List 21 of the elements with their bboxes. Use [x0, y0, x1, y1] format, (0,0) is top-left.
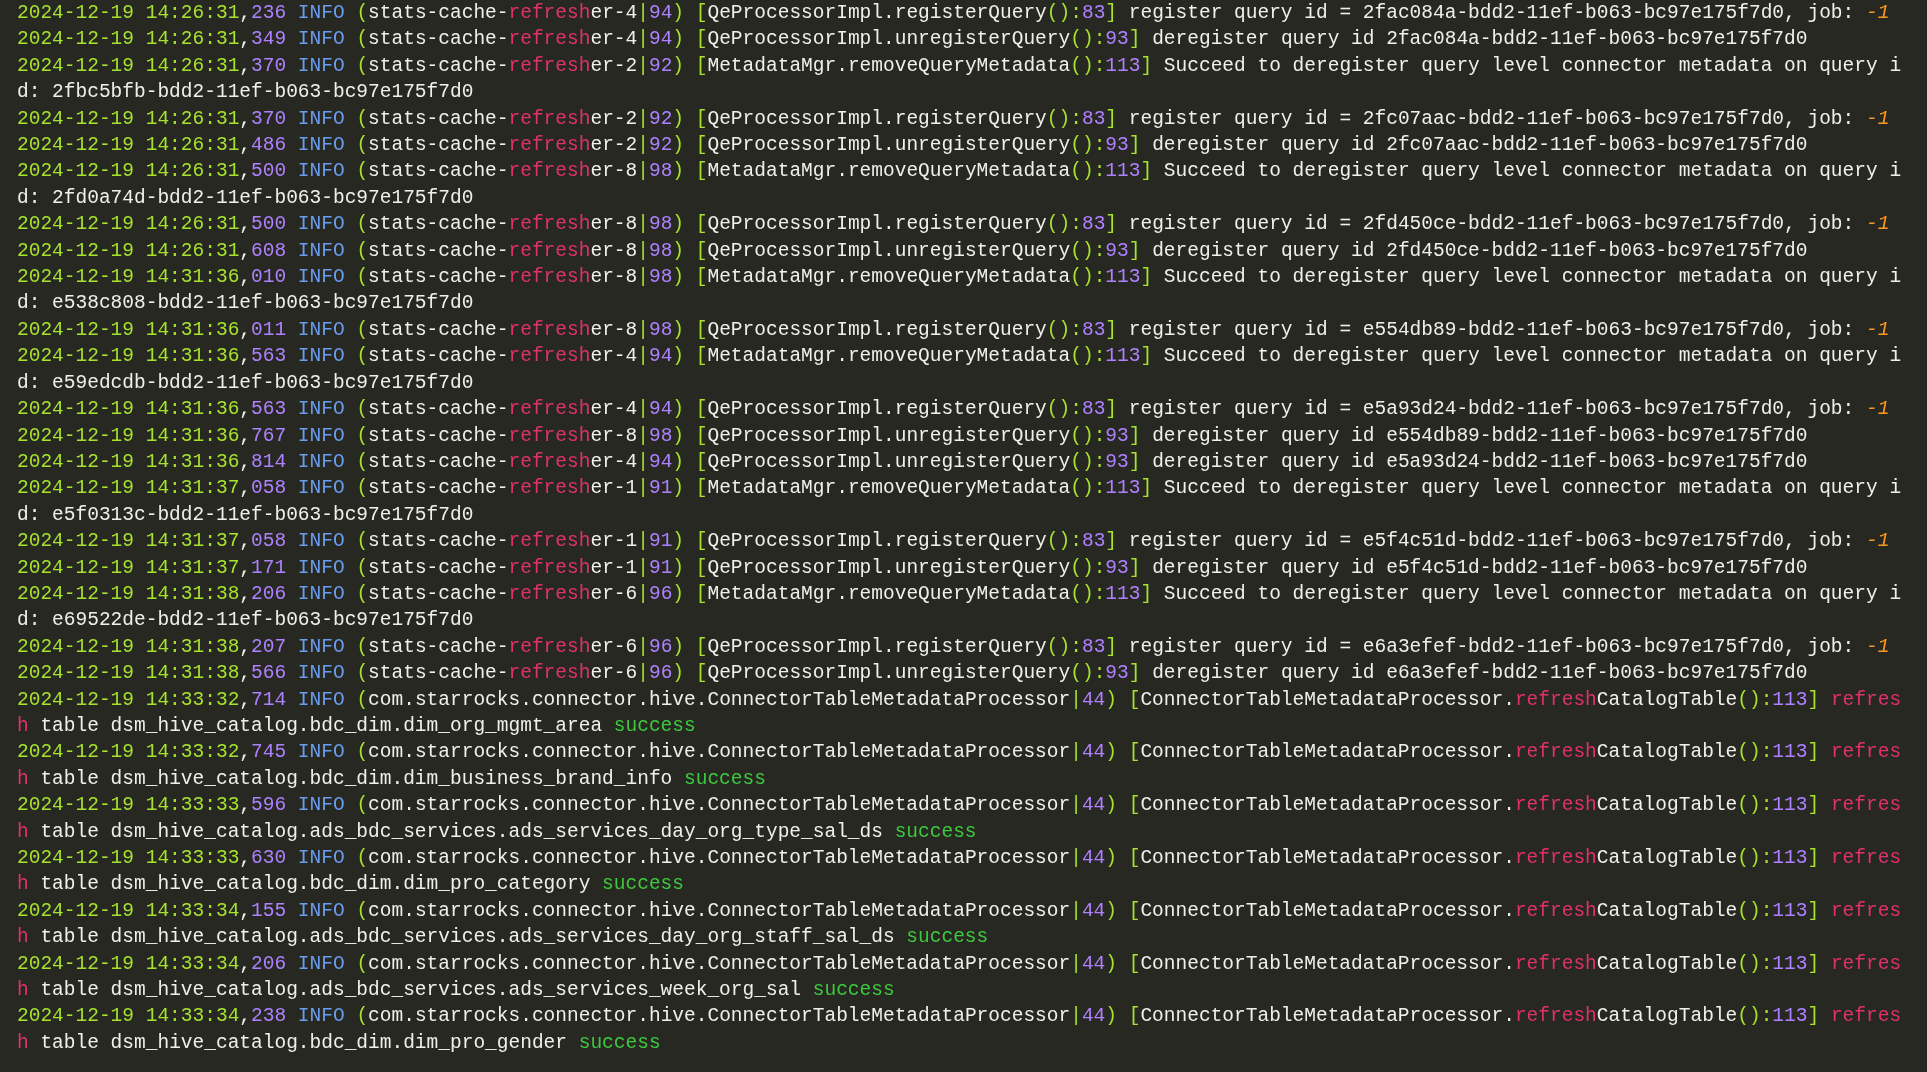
- log-line: 2024-12-19 14:33:34,206 INFO (com.starrocks.connector.hive.ConnectorTableMetadataProcessor|44) [ConnectorTableMetadataProcessor.refreshCatalogTable():113] refresh table dsm_hive_catalog.ads_bdc_services.ads_services_week_org_sal success: [17, 951, 1903, 1004]
- log-line: 2024-12-19 14:33:33,630 INFO (com.starrocks.connector.hive.ConnectorTableMetadataProcessor|44) [ConnectorTableMetadataProcessor.refreshCatalogTable():113] refresh table dsm_hive_catalog.bdc_dim.dim_pro_category success: [17, 846, 1903, 898]
- log-line: 2024-12-19 14:33:34,155 INFO (com.starrocks.connector.hive.ConnectorTableMetadataProcessor|44) [ConnectorTableMetadataProcessor.refreshCatalogTable():113] refresh table dsm_hive_catalog.ads_bdc_services.ads_services_day_org_staff_sal_ds success: [17, 898, 1903, 951]
- log-line: 2024-12-19 14:33:32,714 INFO (com.starrocks.connector.hive.ConnectorTableMetadataProcessor|44) [ConnectorTableMetadataProcessor.refreshCatalogTable():113] refresh table dsm_hive_catalog.bdc_dim.dim_org_mgmt_area success: [17, 687, 1903, 739]
- log-line: 2024-12-19 14:33:32,745 INFO (com.starrocks.connector.hive.ConnectorTableMetadataProcessor|44) [ConnectorTableMetadataProcessor.refreshCatalogTable():113] refresh table dsm_hive_catalog.bdc_dim.dim_business_brand_info success: [17, 740, 1903, 792]
- log-line: 2024-12-19 14:26:31,486 INFO (stats-cache-refresher-2|92) [QeProcessorImpl.unregisterQuery():93] deregister query id 2fc07aac-bdd2-11ef-b063-bc97e175f7d0: [17, 133, 1809, 159]
- log-line: 2024-12-19 14:31:37,171 INFO (stats-cache-refresher-1|91) [QeProcessorImpl.unregisterQuery():93] deregister query id e5f4c51d-bdd2-11ef-b063-bc97e175f7d0: [17, 555, 1809, 581]
- log-line: 2024-12-19 14:31:38,207 INFO (stats-cache-refresher-6|96) [QeProcessorImpl.registerQuery():83] register query id = e6a3efef-bdd2-11ef-b063-bc97e175f7d0, job: -1: [17, 634, 1891, 660]
- log-line: 2024-12-19 14:31:38,566 INFO (stats-cache-refresher-6|96) [QeProcessorImpl.unregisterQuery():93] deregister query id e6a3efef-bdd2-11ef-b063-bc97e175f7d0: [17, 661, 1809, 687]
- log-line: 2024-12-19 14:31:36,563 INFO (stats-cache-refresher-4|94) [QeProcessorImpl.registerQuery():83] register query id = e5a93d24-bdd2-11ef-b063-bc97e175f7d0, job: -1: [17, 397, 1891, 423]
- log-line: 2024-12-19 14:31:37,058 INFO (stats-cache-refresher-1|91) [QeProcessorImpl.registerQuery():83] register query id = e5f4c51d-bdd2-11ef-b063-bc97e175f7d0, job: -1: [17, 529, 1891, 555]
- log-line: 2024-12-19 14:26:31,500 INFO (stats-cache-refresher-8|98) [QeProcessorImpl.registerQuery():83] register query id = 2fd450ce-bdd2-11ef-b063-bc97e175f7d0, job: -1: [17, 212, 1891, 238]
- log-line: 2024-12-19 14:33:34,238 INFO (com.starrocks.connector.hive.ConnectorTableMetadataProcessor|44) [ConnectorTableMetadataProcessor.refreshCatalogTable():113] refresh table dsm_hive_catalog.bdc_dim.dim_pro_gender success: [17, 1004, 1903, 1056]
- log-line: 2024-12-19 14:26:31,349 INFO (stats-cache-refresher-4|94) [QeProcessorImpl.unregisterQuery():93] deregister query id 2fac084a-bdd2-11ef-b063-bc97e175f7d0: [17, 27, 1809, 53]
- log-line: 2024-12-19 14:33:33,596 INFO (com.starrocks.connector.hive.ConnectorTableMetadataProcessor|44) [ConnectorTableMetadataProcessor.refreshCatalogTable():113] refresh table dsm_hive_catalog.ads_bdc_services.ads_services_day_org_type_sal_ds success: [17, 793, 1903, 845]
- log-line: 2024-12-19 14:26:31,236 INFO (stats-cache-refresher-4|94) [QeProcessorImpl.registerQuery():83] register query id = 2fac084a-bdd2-11ef-b063-bc97e175f7d0, job: -1: [17, 1, 1891, 26]
- log-line: 2024-12-19 14:26:31,370 INFO (stats-cache-refresher-2|92) [QeProcessorImpl.registerQuery():83] register query id = 2fc07aac-bdd2-11ef-b063-bc97e175f7d0, job: -1: [17, 106, 1891, 132]
- log-line: 2024-12-19 14:31:36,814 INFO (stats-cache-refresher-4|94) [QeProcessorImpl.unregisterQuery():93] deregister query id e5a93d24-bdd2-11ef-b063-bc97e175f7d0: [17, 449, 1809, 475]
- log-line: 2024-12-19 14:26:31,608 INFO (stats-cache-refresher-8|98) [QeProcessorImpl.unregisterQuery():93] deregister query id 2fd450ce-bdd2-11ef-b063-bc97e175f7d0: [17, 238, 1809, 264]
- log-line: 2024-12-19 14:31:36,011 INFO (stats-cache-refresher-8|98) [QeProcessorImpl.registerQuery():83] register query id = e554db89-bdd2-11ef-b063-bc97e175f7d0, job: -1: [17, 317, 1891, 343]
- log-line: 2024-12-19 14:31:36,767 INFO (stats-cache-refresher-8|98) [QeProcessorImpl.unregisterQuery():93] deregister query id e554db89-bdd2-11ef-b063-bc97e175f7d0: [17, 423, 1809, 449]
